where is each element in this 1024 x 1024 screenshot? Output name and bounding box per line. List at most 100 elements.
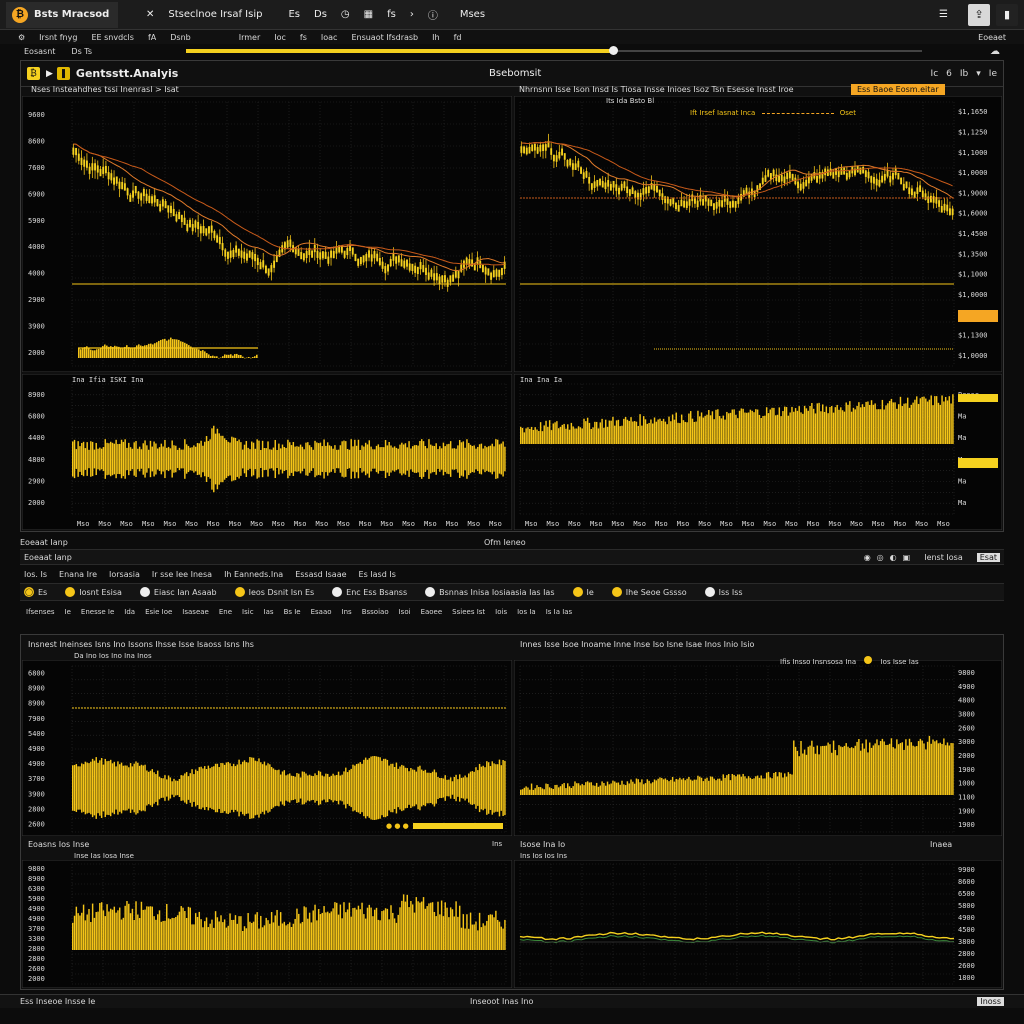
menu-item[interactable]: EE snvdcls [91, 33, 134, 42]
line-chart-bottom-right[interactable]: 9900860065005800490045003800280026001800 [514, 860, 1002, 988]
row4-item[interactable]: Ios Ia [517, 608, 536, 616]
row4-item[interactable]: Ida [124, 608, 135, 616]
row4-item[interactable]: Bssoiao [362, 608, 389, 616]
panel-control[interactable]: Ic [931, 69, 939, 79]
volume-chart-left[interactable]: 890068004400480029002000Mso Mso Mso Mso Mso M… [22, 374, 512, 530]
close-icon[interactable]: ✕ [146, 9, 154, 20]
row4-item[interactable]: Is Ia Ias [546, 608, 573, 616]
menu-item[interactable]: Irmer [239, 33, 261, 42]
volume-chart-right[interactable]: BeoseMaMaMaMaMaMsoMsoMsoMsoMsoMsoMsoMsoM… [514, 374, 1002, 530]
row4-item[interactable]: Ins [342, 608, 352, 616]
candle-body [449, 275, 452, 283]
menu-item[interactable]: Ih [432, 33, 439, 42]
volume-area-chart-right[interactable]: 9800490048003800260030002000190010001100… [514, 660, 1002, 836]
row4-item[interactable]: Isic [242, 608, 254, 616]
status-end[interactable]: Inoss [977, 997, 1004, 1006]
row4-item[interactable]: Esie Ioe [145, 608, 172, 616]
chevron-down-icon[interactable]: ▾ [976, 69, 981, 79]
row1-left[interactable]: Eoeaat Ianp [20, 538, 68, 547]
timeline-track[interactable] [186, 46, 922, 55]
chip[interactable]: Bsnnas Inisa Iosiaasia Ias Ias [425, 587, 555, 597]
chip[interactable]: Ie [572, 587, 594, 597]
settings-icon[interactable]: ⚙ [18, 33, 25, 42]
app-name-tab[interactable]: ₿ Bsts Mracsod [6, 1, 118, 28]
toolbar-button-ds[interactable]: Ds [314, 9, 327, 20]
volume-bar [633, 421, 636, 444]
menu-item[interactable]: fs [300, 33, 307, 42]
pause-icon[interactable]: ❚ [56, 67, 70, 80]
row2-item[interactable]: Es Iasd Is [359, 570, 396, 579]
price-chart-right[interactable]: $1,1650$1,1250$1,1000$1,0000$1,9000$1,60… [514, 96, 1002, 372]
tag-icon[interactable]: ◐ [890, 553, 897, 562]
row4-item[interactable]: Ssiees Ist [452, 608, 485, 616]
menu-right[interactable]: Eoeaet [978, 33, 1006, 42]
info-icon[interactable]: ⓘ [428, 7, 438, 22]
row4-item[interactable]: Bs Ie [284, 608, 301, 616]
volume-bar [294, 918, 296, 950]
menu-item[interactable]: Ioac [321, 33, 338, 42]
menu-item[interactable]: Ensuaot Ifsdrasb [351, 33, 418, 42]
panel-control[interactable]: Ie [989, 69, 997, 79]
window-icon[interactable]: ▣ [903, 553, 911, 562]
grid-icon[interactable]: ▦ [364, 9, 373, 20]
bitcoin-icon[interactable]: ₿ [27, 67, 40, 80]
row1b-left[interactable]: Eoeaat Ianp [24, 553, 72, 562]
row4-item[interactable]: Ene [219, 608, 232, 616]
volume-bar [486, 761, 488, 815]
row4-item[interactable]: Isaseae [182, 608, 209, 616]
row1b-far[interactable]: Esat [976, 552, 1000, 562]
volume-bar [789, 412, 791, 444]
play-icon[interactable]: ▶ [46, 69, 53, 79]
menu-icon[interactable]: ▮ [996, 3, 1018, 26]
chevron-right-icon[interactable]: › [410, 9, 414, 20]
row4-item[interactable]: Ifsenses [26, 608, 55, 616]
search-icon[interactable]: ◉ [864, 553, 871, 562]
chip[interactable]: Iosnt Esisa [65, 587, 122, 597]
toolbar-button-title[interactable]: Stseclnoe Irsaf Isip [168, 9, 262, 20]
cloud-icon[interactable]: ☁ [990, 46, 1000, 57]
volume-bar [473, 924, 475, 950]
row2-item[interactable]: Ios. Is [24, 570, 47, 579]
row4-item[interactable]: Ias [264, 608, 274, 616]
menu-item[interactable]: Irsnt fnyg [39, 33, 77, 42]
toolbar-button-es[interactable]: Es [288, 9, 300, 20]
volume-chart-bottom-left[interactable]: 9800890063005900490049003700330028002800… [22, 860, 512, 988]
share-icon[interactable]: ⇪ [968, 3, 990, 26]
row2-item[interactable]: Ih Eanneds.Ina [224, 570, 283, 579]
panel-control[interactable]: Ib [960, 69, 968, 79]
row4-item[interactable]: Iois [495, 608, 507, 616]
hamburger-icon[interactable]: ☰ [939, 9, 948, 20]
menu-item[interactable]: Ioc [274, 33, 286, 42]
volume-bar [81, 763, 83, 813]
row2-item[interactable]: Iorsasia [109, 570, 140, 579]
menu-item[interactable]: fd [454, 33, 462, 42]
row4-item[interactable]: Isoi [399, 608, 411, 616]
menu-item[interactable]: Dsnb [170, 33, 190, 42]
row4-item[interactable]: Enesse Ie [81, 608, 114, 616]
volume-bar [814, 753, 817, 795]
chip[interactable]: Iss Iss [704, 587, 743, 597]
row2-item[interactable]: Essasd Isaae [295, 570, 346, 579]
chip[interactable]: Eiasc Ian Asaab [139, 587, 217, 597]
row2-item[interactable]: Ir sse Iee Inesa [152, 570, 212, 579]
chip[interactable]: Ieos Dsnit Isn Es [234, 587, 314, 597]
toolbar-button-fs[interactable]: fs [387, 9, 396, 20]
chip[interactable]: ◯ Es [24, 587, 47, 597]
menu-item[interactable]: fA [148, 33, 156, 42]
clock-icon[interactable]: ◷ [341, 9, 350, 20]
row2-item[interactable]: Enana Ire [59, 570, 97, 579]
filter-icon[interactable]: ◎ [877, 553, 884, 562]
price-chart-left[interactable]: 9600860076006900590040004000290039002000 [22, 96, 512, 372]
toolbar-button-mses[interactable]: Mses [460, 9, 485, 20]
timeline-handle[interactable] [608, 46, 618, 55]
candle-body [867, 171, 870, 179]
oscillator-chart-left[interactable]: 6800890089007900540049004900370039002800… [22, 660, 512, 836]
highlight-tag[interactable]: Ess Baoe Eosm.eitar [851, 84, 945, 95]
row4-item[interactable]: Esaao [311, 608, 332, 616]
row1b-right[interactable]: Ienst Iosa [924, 553, 963, 562]
chip[interactable]: Enc Ess Bsanss [332, 587, 407, 597]
row4-item[interactable]: Eaoee [421, 608, 443, 616]
chip[interactable]: Ihe Seoe Gssso [611, 587, 687, 597]
row4-item[interactable]: Ie [65, 608, 71, 616]
panel-control[interactable]: 6 [946, 69, 952, 79]
